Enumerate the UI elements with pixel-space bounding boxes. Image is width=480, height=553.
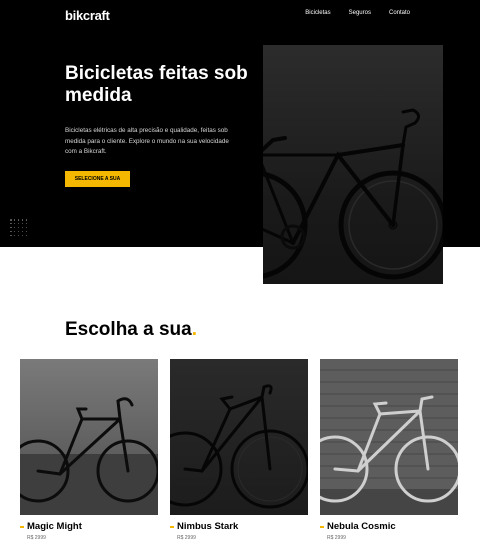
select-bike-button[interactable]: SELECIONE A SUA <box>65 171 130 187</box>
product-image[interactable] <box>320 359 458 515</box>
product-card[interactable]: Nebula Cosmic R$ 2999 <box>320 359 458 541</box>
product-name[interactable]: Magic Might <box>20 521 158 532</box>
nav-bicicletas[interactable]: Bicicletas <box>305 10 330 16</box>
product-price: R$ 2999 <box>327 535 346 541</box>
hero-description: Bicicletas elétricas de alta precisão e … <box>65 127 229 155</box>
product-card[interactable]: Nimbus Stark R$ 2999 <box>170 359 308 541</box>
product-image[interactable] <box>20 359 158 515</box>
title-accent-dot: . <box>191 319 198 340</box>
product-card[interactable]: Magic Might R$ 2999 <box>20 359 158 541</box>
nav-seguros[interactable]: Seguros <box>349 10 371 16</box>
section-title: Escolha a sua. <box>65 319 198 340</box>
logo[interactable]: bikcraft <box>65 8 110 23</box>
hero-title: Bicicletas feitas sob medida <box>65 63 248 106</box>
hero-bike-image <box>263 45 443 284</box>
product-image[interactable] <box>170 359 308 515</box>
product-name[interactable]: Nebula Cosmic <box>320 521 458 532</box>
nav-contato[interactable]: Contato <box>389 10 410 16</box>
main-nav: Bicicletas Seguros Contato <box>305 10 410 16</box>
product-price: R$ 2999 <box>177 535 196 541</box>
dot-pattern-decoration <box>10 219 28 237</box>
product-price: R$ 2999 <box>27 535 46 541</box>
product-name[interactable]: Nimbus Stark <box>170 521 308 532</box>
